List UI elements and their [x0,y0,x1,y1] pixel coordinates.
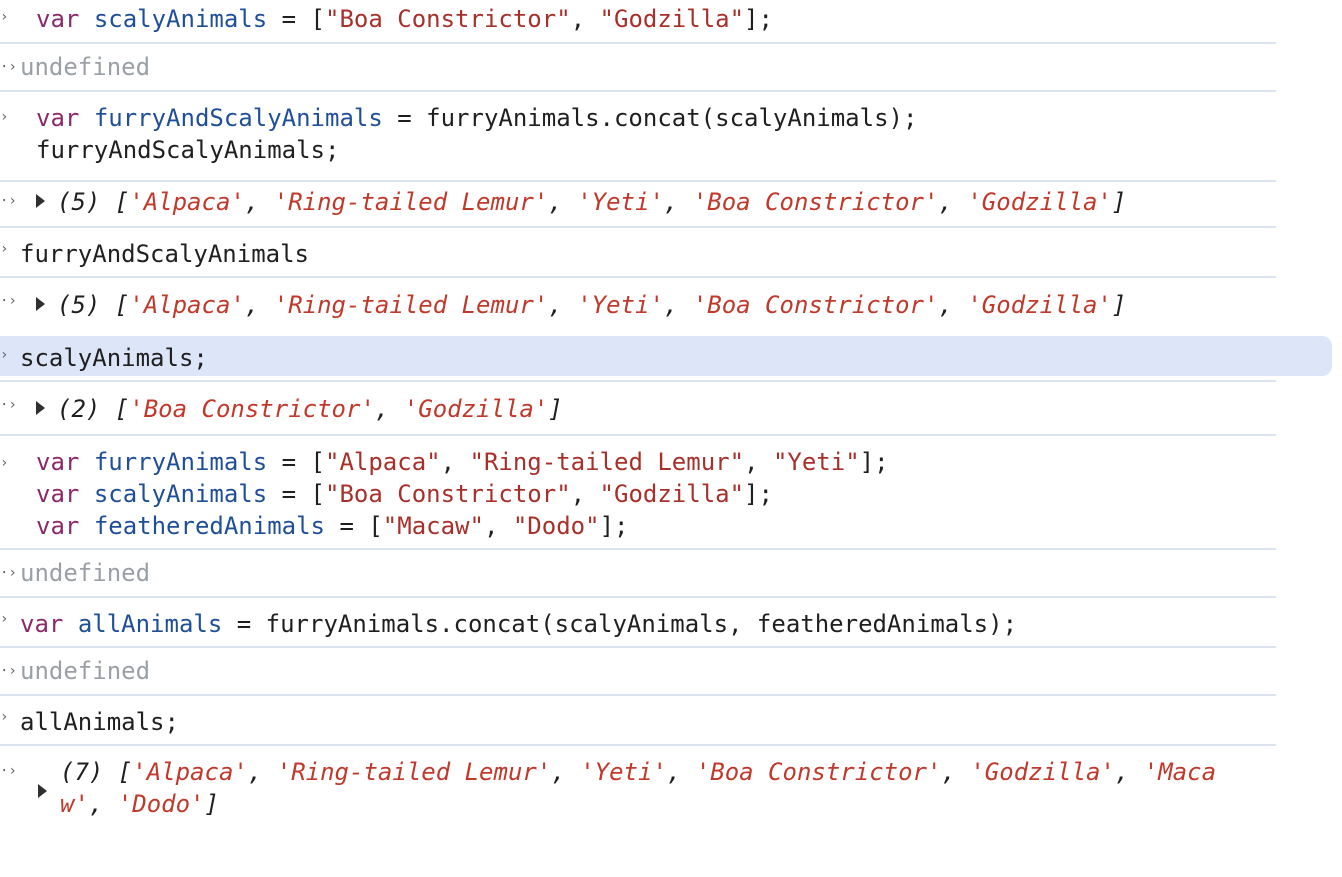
array-preview[interactable]: (5) ['Alpaca', 'Ring-tailed Lemur', 'Yet… [36,289,1126,321]
console-result-row: ⋅› undefined [0,648,1276,696]
input-prompt-icon: › [0,347,9,363]
console-result-row[interactable]: ⋅› (5) ['Alpaca', 'Ring-tailed Lemur', '… [0,278,1276,334]
input-prompt-icon: › [0,455,9,471]
return-arrow-icon: ⋅› [0,397,17,413]
console-input-row[interactable]: › allAnimals; [0,696,1276,746]
expand-triangle-icon[interactable] [36,297,45,311]
console-input-row[interactable]: › furryAndScalyAnimals [0,228,1276,278]
input-prompt-icon: › [0,709,9,725]
console-input-row[interactable]: › var furryAnimals = ["Alpaca", "Ring-ta… [0,436,1276,550]
code-line: scalyAnimals; [20,344,208,372]
expand-triangle-icon[interactable] [38,784,47,798]
console-input-row[interactable]: › var allAnimals = furryAnimals.concat(s… [0,598,1276,648]
return-arrow-icon: ⋅› [0,565,17,581]
input-prompt-icon: › [0,241,9,257]
code-line: allAnimals; [20,708,179,736]
result-undefined: undefined [20,657,151,685]
console-input-row[interactable]: › var scalyAnimals = ["Boa Constrictor",… [0,0,1276,44]
return-arrow-icon: ⋅› [0,763,17,779]
array-preview[interactable]: (5) ['Alpaca', 'Ring-tailed Lemur', 'Yet… [36,186,1126,218]
code-line: var scalyAnimals = ["Boa Constrictor", "… [36,480,773,508]
console-result-row[interactable]: ⋅› (2) ['Boa Constrictor', 'Godzilla'] [0,384,1276,436]
console-result-row: ⋅› undefined [0,550,1276,598]
expand-triangle-icon[interactable] [36,194,45,208]
return-arrow-icon: ⋅› [0,293,17,309]
array-preview[interactable]: (2) ['Boa Constrictor', 'Godzilla'] [36,393,563,425]
code-line: var furryAndScalyAnimals = furryAnimals.… [36,104,918,132]
array-preview[interactable]: (7) ['Alpaca', 'Ring-tailed Lemur', 'Yet… [60,756,1216,788]
return-arrow-icon: ⋅› [0,663,17,679]
input-prompt-icon: › [0,611,9,627]
console-input-row-selected[interactable]: › scalyAnimals; [0,336,1332,376]
code-line: furryAndScalyAnimals [20,240,309,268]
return-arrow-icon: ⋅› [0,59,17,75]
return-arrow-icon: ⋅› [0,193,17,209]
input-prompt-icon: › [0,109,9,125]
code-line: var furryAnimals = ["Alpaca", "Ring-tail… [36,448,889,476]
console-input-row[interactable]: › var furryAndScalyAnimals = furryAnimal… [0,92,1276,182]
result-undefined: undefined [20,53,151,81]
code-line: furryAndScalyAnimals; [36,136,340,164]
input-prompt-icon: › [0,9,9,25]
code-line: var featheredAnimals = ["Macaw", "Dodo"]… [36,512,629,540]
console-result-row[interactable]: ⋅› (7) ['Alpaca', 'Ring-tailed Lemur', '… [0,746,1276,826]
result-undefined: undefined [20,559,151,587]
code-line: var scalyAnimals = ["Boa Constrictor", "… [36,5,773,33]
array-preview-wrap: w', 'Dodo'] [60,790,219,818]
console-result-row: ⋅› undefined [0,44,1276,92]
code-line: var allAnimals = furryAnimals.concat(sca… [20,610,1018,638]
console-result-row[interactable]: ⋅› (5) ['Alpaca', 'Ring-tailed Lemur', '… [0,182,1276,228]
row-divider [0,380,1276,382]
expand-triangle-icon[interactable] [36,401,45,415]
